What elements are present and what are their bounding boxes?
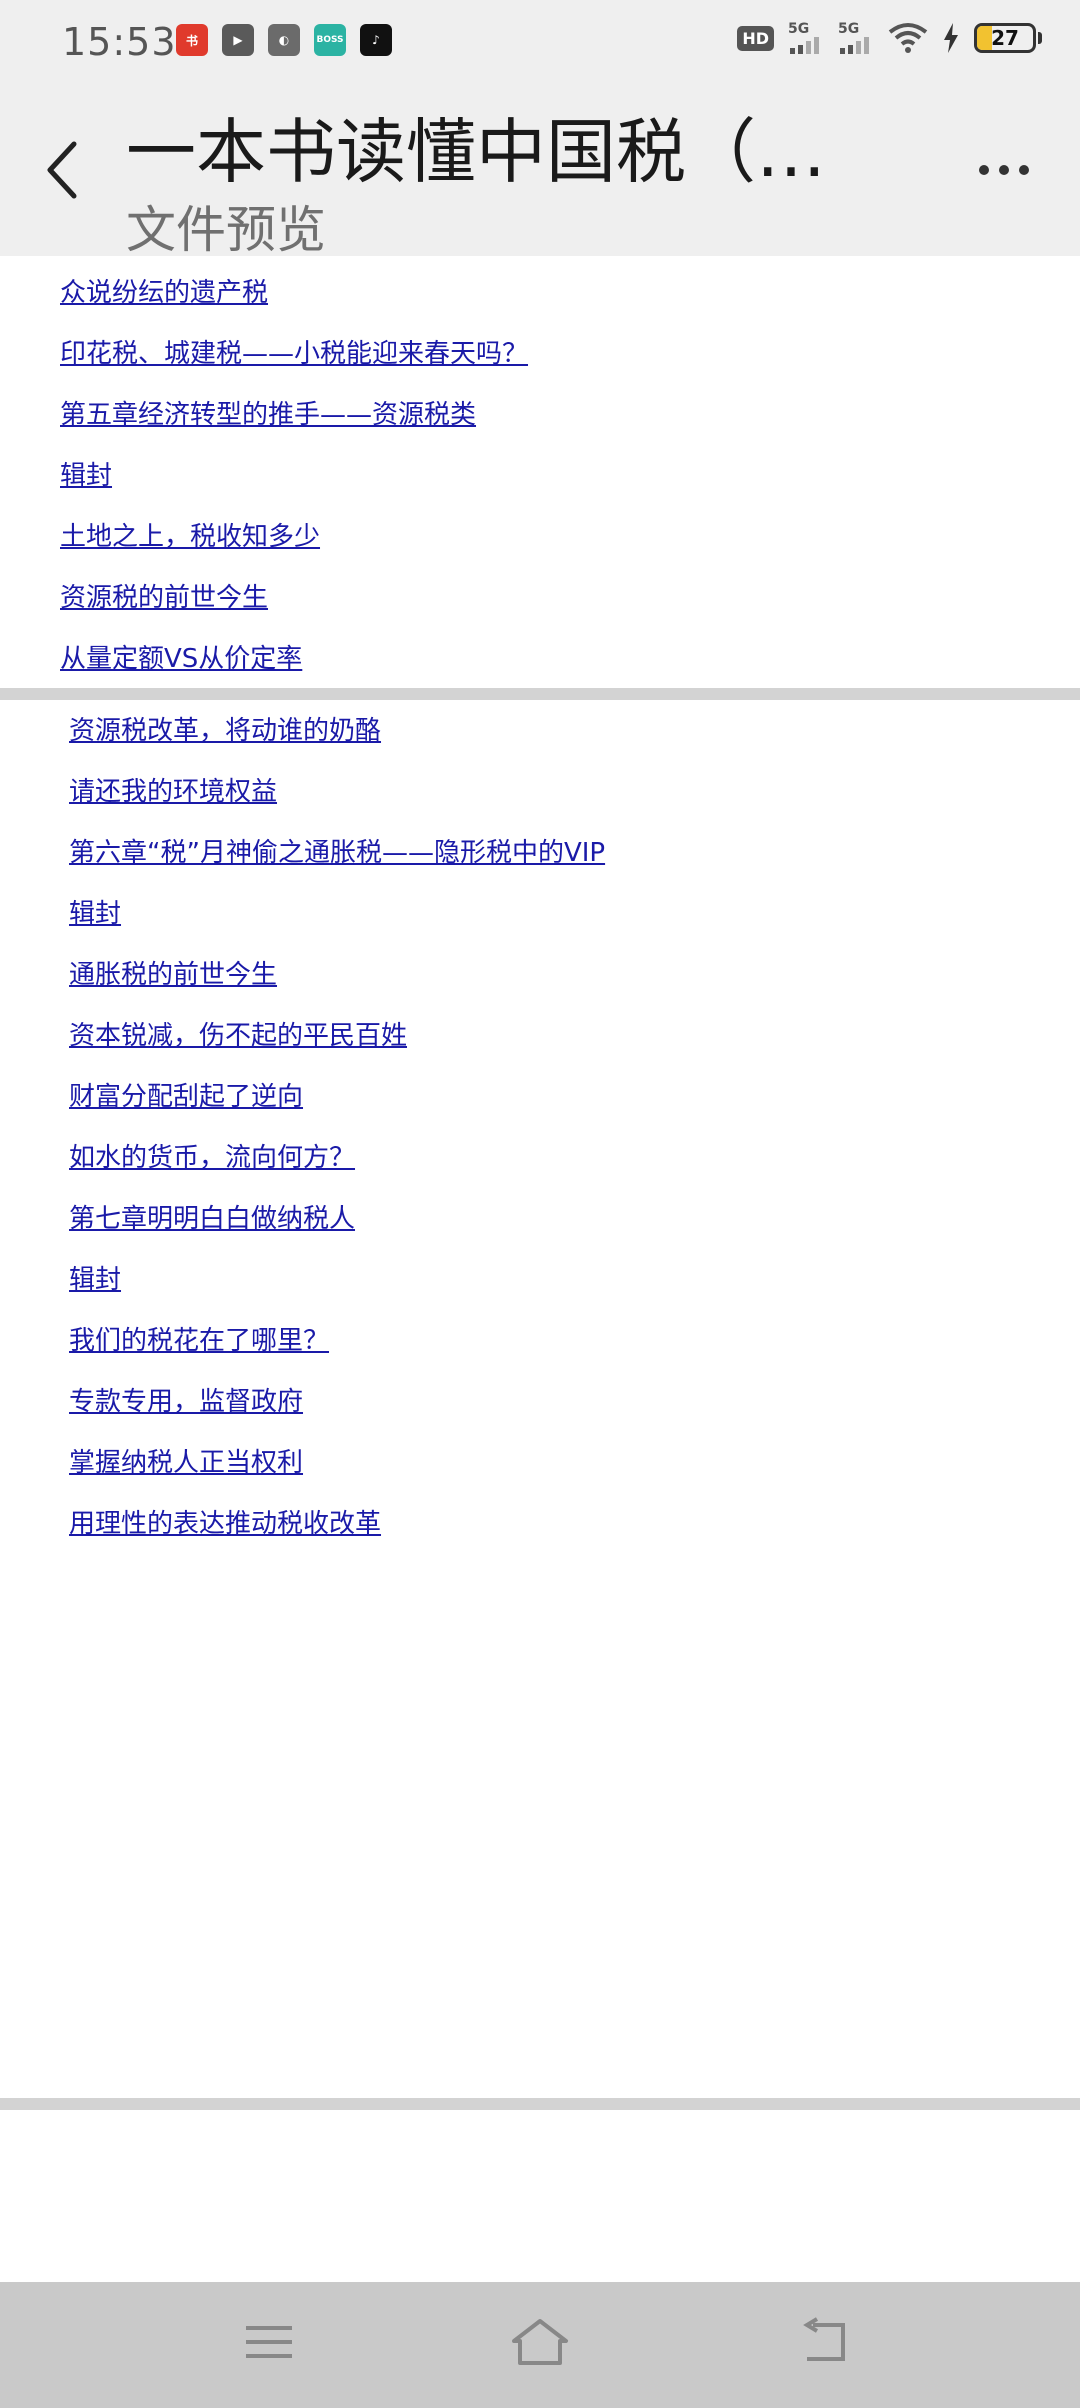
back-nav-button[interactable] xyxy=(790,2312,860,2372)
toc-link[interactable]: 资源税的前世今生 xyxy=(60,577,268,614)
battery-level: 27 xyxy=(991,26,1019,50)
page-subtitle: 文件预览 xyxy=(126,201,326,259)
toc-link[interactable]: 我们的税花在了哪里？ xyxy=(69,1320,329,1357)
system-nav-bar xyxy=(0,2282,1080,2408)
toc-link[interactable]: 从量定额VS从价定率 xyxy=(60,638,302,675)
home-icon xyxy=(512,2319,568,2365)
sim2-label: 5G xyxy=(838,21,860,37)
video-app-icon: ▶ xyxy=(222,24,254,56)
toc-link[interactable]: 众说纷纭的遗产税 xyxy=(60,272,268,309)
toc-link[interactable]: 第六章“税”月神偷之通胀税——隐形税中的VIP xyxy=(69,832,605,869)
toc-link[interactable]: 土地之上，税收知多少 xyxy=(60,516,320,553)
back-button[interactable] xyxy=(36,130,88,210)
toc-link[interactable]: 辑封 xyxy=(69,893,121,930)
menu-button[interactable] xyxy=(234,2312,304,2372)
menu-icon xyxy=(246,2326,292,2358)
chevron-left-icon xyxy=(47,141,77,199)
charging-icon xyxy=(942,23,960,53)
toc-link[interactable]: 请还我的环境权益 xyxy=(69,771,277,808)
more-options-button[interactable] xyxy=(964,150,1044,190)
page: 15:53 书 ▶ ◐ BOSS ♪ HD 5G 5G 27 一本书读懂中国税（… xyxy=(0,0,1080,2408)
planet-app-icon: ◐ xyxy=(268,24,300,56)
signal-sim1-icon: 5G xyxy=(788,22,824,54)
toc-link[interactable]: 辑封 xyxy=(60,455,112,492)
toc-link[interactable]: 辑封 xyxy=(69,1259,121,1296)
toc-link[interactable]: 印花税、城建税——小税能迎来春天吗？ xyxy=(60,333,528,370)
reading-app-icon: 书 xyxy=(176,24,208,56)
more-dot-icon xyxy=(999,165,1009,175)
return-icon xyxy=(803,2317,845,2361)
battery-icon: 27 xyxy=(974,23,1042,53)
top-bar: 15:53 书 ▶ ◐ BOSS ♪ HD 5G 5G 27 一本书读懂中国税（… xyxy=(0,0,1080,259)
battery-fill xyxy=(977,26,993,50)
toc-link[interactable]: 掌握纳税人正当权利 xyxy=(69,1442,303,1479)
toc-link[interactable]: 资本锐减，伤不起的平民百姓 xyxy=(69,1015,407,1052)
wifi-icon xyxy=(888,22,928,54)
toc-link[interactable]: 资源税改革，将动谁的奶酪 xyxy=(69,710,381,747)
hd-voice-icon: HD xyxy=(737,25,774,51)
sim1-label: 5G xyxy=(788,21,810,37)
page-divider xyxy=(0,2098,1080,2110)
signal-sim2-icon: 5G xyxy=(838,22,874,54)
status-time: 15:53 xyxy=(62,20,177,64)
more-dot-icon xyxy=(1019,165,1029,175)
system-icons: HD 5G 5G 27 xyxy=(737,22,1042,54)
toc-link[interactable]: 第五章经济转型的推手——资源税类 xyxy=(60,394,476,431)
home-button[interactable] xyxy=(505,2312,575,2372)
toc-link[interactable]: 用理性的表达推动税收改革 xyxy=(69,1503,381,1540)
toc-link[interactable]: 专款专用，监督政府 xyxy=(69,1381,303,1418)
page-divider xyxy=(0,688,1080,700)
page-title: 一本书读懂中国税（… xyxy=(126,111,826,193)
toc-link[interactable]: 如水的货币，流向何方？ xyxy=(69,1137,355,1174)
toc-link[interactable]: 通胀税的前世今生 xyxy=(69,954,277,991)
more-dot-icon xyxy=(979,165,989,175)
toc-link[interactable]: 第七章明明白白做纳税人 xyxy=(69,1198,355,1235)
document-page-1: 众说纷纭的遗产税 印花税、城建税——小税能迎来春天吗？ 第五章经济转型的推手——… xyxy=(0,256,1080,686)
toc-link[interactable]: 财富分配刮起了逆向 xyxy=(69,1076,303,1113)
tiktok-app-icon: ♪ xyxy=(360,24,392,56)
notification-icons: 书 ▶ ◐ BOSS ♪ xyxy=(176,24,392,56)
status-bar: 15:53 书 ▶ ◐ BOSS ♪ HD 5G 5G 27 xyxy=(0,0,1080,84)
boss-app-icon: BOSS xyxy=(314,24,346,56)
